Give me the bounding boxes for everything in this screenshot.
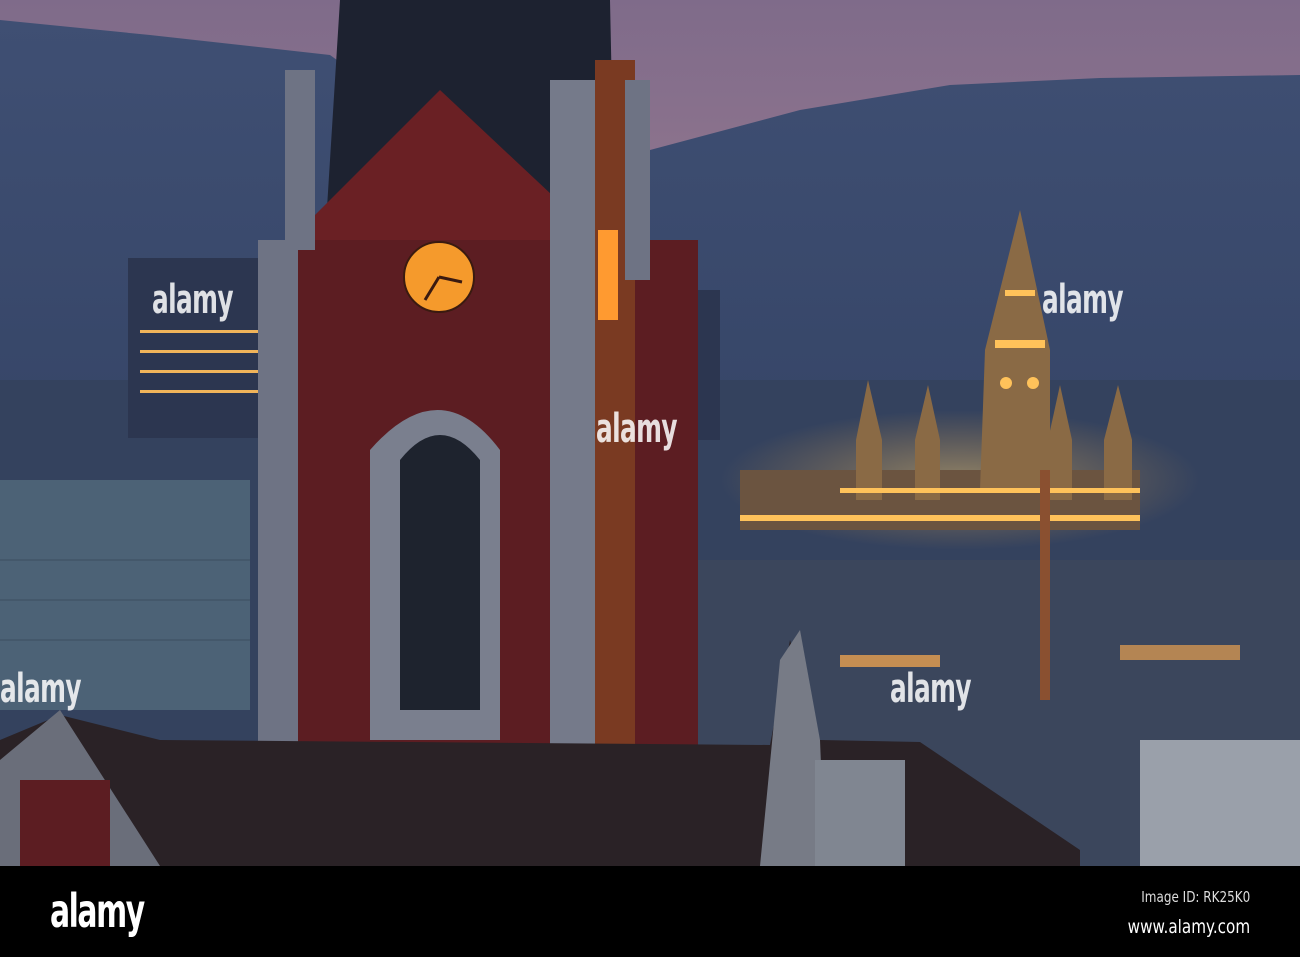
image-id: Image ID: RK25K0: [1140, 888, 1250, 906]
footer-bar: alamy Image ID: RK25K0 www.alamy.com: [0, 866, 1300, 957]
watermark: alamy: [1042, 277, 1124, 323]
watermark: alamy: [596, 406, 678, 452]
alamy-logo: alamy: [50, 884, 145, 938]
stock-photo: alamy alamy alamy alamy alamy alamy Imag…: [0, 0, 1300, 957]
watermark: alamy: [890, 666, 972, 712]
watermark: alamy: [152, 277, 234, 323]
website-link: www.alamy.com: [1127, 916, 1250, 938]
watermark: alamy: [0, 666, 82, 712]
